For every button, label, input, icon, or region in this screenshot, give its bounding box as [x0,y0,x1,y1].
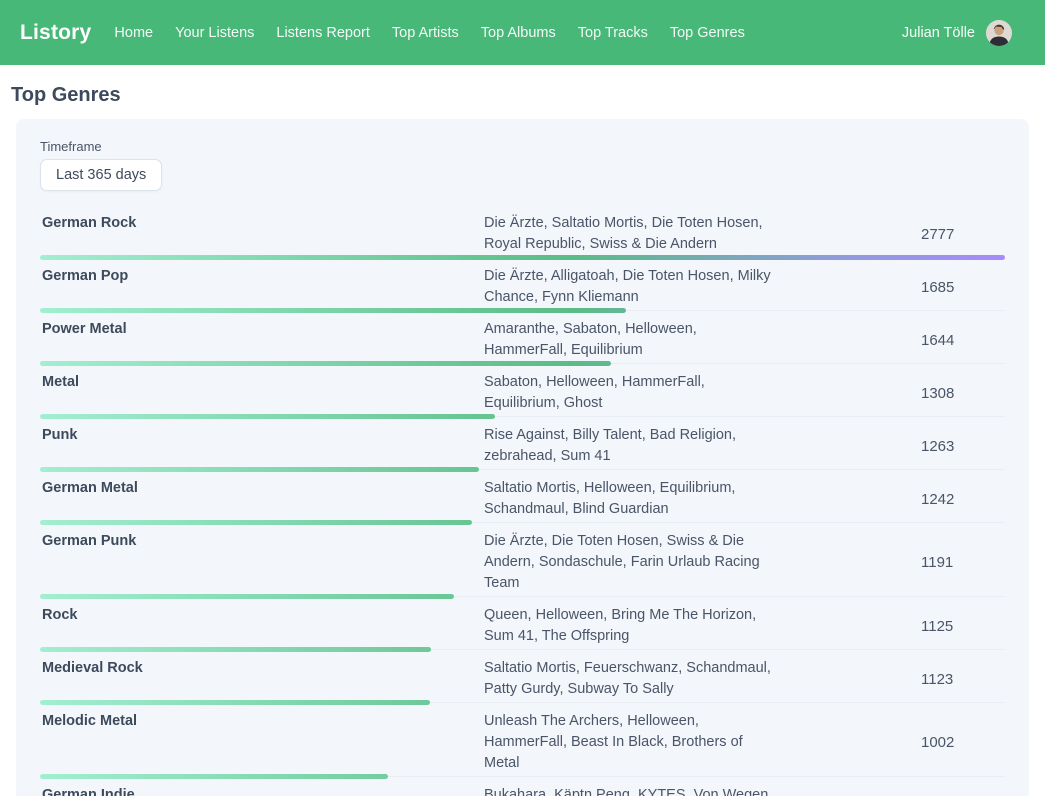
genre-row: German Indie Bukahara, Käptn Peng, KYTES… [40,777,1005,796]
genre-top-artists: Saltatio Mortis, Helloween, Equilibrium,… [484,478,780,520]
genre-row: Medieval Rock Saltatio Mortis, Feuerschw… [40,650,1005,703]
main-content: Top Genres Timeframe Last 365 days Germa… [0,84,1045,796]
genre-listen-count: 1685 [780,279,1005,296]
user-name: Julian Tölle [902,25,975,41]
timeframe-select[interactable]: Last 365 days [40,159,162,191]
genre-row: German Punk Die Ärzte, Die Toten Hosen, … [40,523,1005,597]
genre-listen-count: 1191 [780,554,1005,571]
genre-row: German Pop Die Ärzte, Alligatoah, Die To… [40,258,1005,311]
genre-top-artists: Unleash The Archers, Helloween, HammerFa… [484,711,780,774]
genre-listen-count: 1002 [780,734,1005,751]
genre-name: German Indie [40,785,484,796]
brand-logo[interactable]: Listory [20,21,91,45]
genre-row: Rock Queen, Helloween, Bring Me The Hori… [40,597,1005,650]
genre-top-artists: Amaranthe, Sabaton, Helloween, HammerFal… [484,319,780,361]
genre-listen-count: 1123 [780,671,1005,688]
genre-listen-count: 1242 [780,491,1005,508]
genre-name: Metal [40,372,484,414]
user-photo-avatar[interactable] [986,20,1012,46]
genre-name: Punk [40,425,484,467]
genre-name: German Punk [40,531,484,594]
genre-name: German Rock [40,213,484,255]
genre-top-artists: Saltatio Mortis, Feuerschwanz, Schandmau… [484,658,780,700]
genre-top-artists: Queen, Helloween, Bring Me The Horizon, … [484,605,780,647]
genre-row: Melodic Metal Unleash The Archers, Hello… [40,703,1005,777]
user-menu[interactable]: Julian Tölle [902,20,1012,46]
top-genres-card: Timeframe Last 365 days German Rock Die … [16,119,1029,796]
nav-link-top-albums[interactable]: Top Albums [481,25,556,41]
timeframe-label: Timeframe [40,139,1005,154]
genre-top-artists: Bukahara, Käptn Peng, KYTES, Von Wegen L… [484,785,780,796]
nav-links: Home Your Listens Listens Report Top Artist… [114,25,744,41]
genre-top-artists: Die Ärzte, Saltatio Mortis, Die Toten Ho… [484,213,780,255]
nav-link-home[interactable]: Home [114,25,153,41]
genre-row: Punk Rise Against, Billy Talent, Bad Rel… [40,417,1005,470]
genre-listen-count: 1308 [780,385,1005,402]
genre-name: Power Metal [40,319,484,361]
genre-listen-count: 1644 [780,332,1005,349]
genre-top-artists: Rise Against, Billy Talent, Bad Religion… [484,425,780,467]
genre-name: Medieval Rock [40,658,484,700]
genre-row: German Rock Die Ärzte, Saltatio Mortis, … [40,205,1005,258]
page-title: Top Genres [11,84,1045,107]
genre-listen-count: 1263 [780,438,1005,455]
genre-top-artists: Sabaton, Helloween, HammerFall, Equilibr… [484,372,780,414]
genre-row: Metal Sabaton, Helloween, HammerFall, Eq… [40,364,1005,417]
genres-table: German Rock Die Ärzte, Saltatio Mortis, … [40,205,1005,796]
genre-row: Power Metal Amaranthe, Sabaton, Hellowee… [40,311,1005,364]
nav-link-top-artists[interactable]: Top Artists [392,25,459,41]
nav-link-top-genres[interactable]: Top Genres [670,25,745,41]
nav-link-listens-report[interactable]: Listens Report [276,25,370,41]
genre-listen-count: 2777 [780,226,1005,243]
genre-row: German Metal Saltatio Mortis, Helloween,… [40,470,1005,523]
genre-name: Rock [40,605,484,647]
genre-name: German Metal [40,478,484,520]
genre-listen-count: 1125 [780,618,1005,635]
nav-link-your-listens[interactable]: Your Listens [175,25,254,41]
nav-link-top-tracks[interactable]: Top Tracks [578,25,648,41]
genre-top-artists: Die Ärzte, Die Toten Hosen, Swiss & Die … [484,531,780,594]
genre-name: Melodic Metal [40,711,484,774]
navbar: Listory Home Your Listens Listens Report To… [0,0,1045,65]
genre-name: German Pop [40,266,484,308]
genre-top-artists: Die Ärzte, Alligatoah, Die Toten Hosen, … [484,266,780,308]
